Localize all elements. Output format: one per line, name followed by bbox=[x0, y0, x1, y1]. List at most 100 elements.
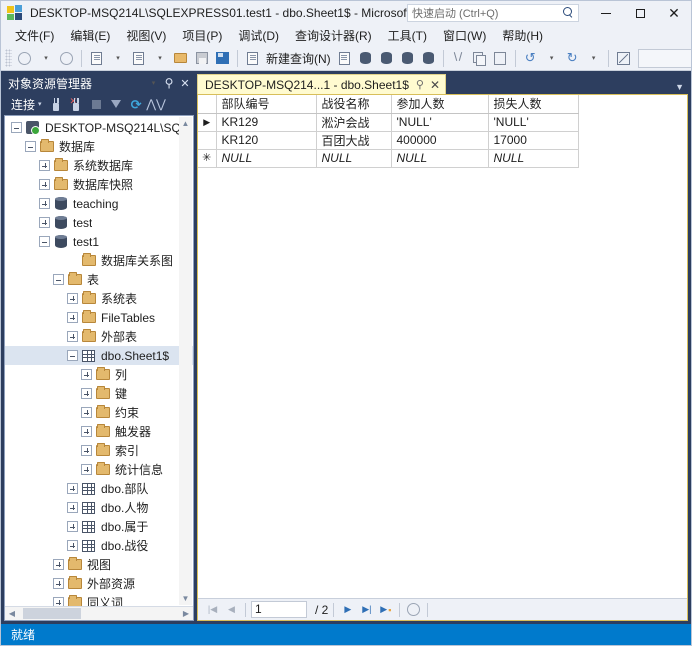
table-cell[interactable]: KR129 bbox=[216, 113, 317, 132]
collapse-icon[interactable] bbox=[53, 274, 64, 285]
current-row-marker[interactable]: ▶ bbox=[198, 113, 217, 132]
expand-icon[interactable] bbox=[81, 369, 92, 380]
tree-item[interactable]: 视图 bbox=[5, 555, 193, 574]
expand-icon[interactable] bbox=[39, 217, 50, 228]
expand-icon[interactable] bbox=[39, 198, 50, 209]
tree-item[interactable]: dbo.Sheet1$ bbox=[5, 346, 193, 365]
table-cell[interactable]: NULL bbox=[488, 149, 579, 168]
stop-button[interactable] bbox=[88, 96, 105, 113]
maximize-button[interactable] bbox=[623, 1, 657, 25]
expand-icon[interactable] bbox=[67, 483, 78, 494]
close-button[interactable]: ✕ bbox=[657, 1, 691, 25]
expand-icon[interactable] bbox=[81, 426, 92, 437]
new-query-current-connection-button[interactable] bbox=[334, 48, 355, 69]
tree-item[interactable]: 统计信息 bbox=[5, 460, 193, 479]
tree-item[interactable]: dbo.人物 bbox=[5, 498, 193, 517]
open-file-button[interactable] bbox=[128, 48, 149, 69]
tree-item[interactable]: 键 bbox=[5, 384, 193, 403]
first-record-button[interactable]: |◀ bbox=[204, 601, 221, 618]
tree-item[interactable]: 系统表 bbox=[5, 289, 193, 308]
cancel-executing-query-button[interactable] bbox=[613, 48, 634, 69]
collapse-icon[interactable] bbox=[67, 350, 78, 361]
stop-loading-button[interactable] bbox=[405, 601, 422, 618]
row-selector[interactable] bbox=[198, 131, 217, 150]
grid-corner-header[interactable] bbox=[198, 95, 217, 114]
tree-item[interactable]: FileTables bbox=[5, 308, 193, 327]
expand-icon[interactable] bbox=[53, 578, 64, 589]
new-project-dropdown[interactable]: ▾ bbox=[107, 48, 128, 69]
results-grid[interactable]: 部队编号 战役名称 参加人数 损失人数 ▶ KR129 淞沪会战 'NULL' 'NULL' KR… bbox=[198, 95, 687, 598]
collapse-icon[interactable] bbox=[11, 122, 22, 133]
new-record-button[interactable]: ▶ ▪ bbox=[377, 601, 394, 618]
navigate-backward-button[interactable] bbox=[14, 48, 35, 69]
redo-dropdown[interactable]: ▾ bbox=[583, 48, 604, 69]
table-cell[interactable]: NULL bbox=[316, 149, 392, 168]
tree-item[interactable]: 数据库 bbox=[5, 137, 193, 156]
tree-vertical-scrollbar[interactable]: ▲ ▼ bbox=[179, 117, 192, 605]
hscroll-thumb[interactable] bbox=[23, 608, 81, 619]
pin-icon[interactable]: ⚲ bbox=[416, 78, 424, 91]
save-button[interactable] bbox=[191, 48, 212, 69]
open-folder-button[interactable] bbox=[170, 48, 191, 69]
expand-icon[interactable] bbox=[67, 502, 78, 513]
new-project-button[interactable] bbox=[86, 48, 107, 69]
scroll-left-button[interactable]: ◀ bbox=[5, 607, 19, 620]
tree-item[interactable]: 外部表 bbox=[5, 327, 193, 346]
current-record-input[interactable]: 1 bbox=[251, 601, 307, 618]
expand-icon[interactable] bbox=[81, 407, 92, 418]
filter-button[interactable] bbox=[108, 96, 125, 113]
expand-icon[interactable] bbox=[39, 160, 50, 171]
scroll-up-button[interactable]: ▲ bbox=[179, 117, 192, 130]
menu-tools[interactable]: 工具(T) bbox=[380, 25, 435, 46]
tree-item[interactable]: dbo.部队 bbox=[5, 479, 193, 498]
table-cell[interactable]: 百团大战 bbox=[316, 131, 392, 150]
column-header[interactable]: 损失人数 bbox=[488, 95, 579, 114]
close-panel-button[interactable]: ✕ bbox=[178, 75, 192, 91]
tree-item[interactable]: 表 bbox=[5, 270, 193, 289]
last-record-button[interactable]: ▶| bbox=[358, 601, 375, 618]
table-cell[interactable]: 淞沪会战 bbox=[316, 113, 392, 132]
tree-item[interactable]: 索引 bbox=[5, 441, 193, 460]
tree-item[interactable]: 系统数据库 bbox=[5, 156, 193, 175]
navigate-backward-dropdown[interactable]: ▾ bbox=[35, 48, 56, 69]
expand-icon[interactable] bbox=[67, 312, 78, 323]
collapse-icon[interactable] bbox=[25, 141, 36, 152]
new-row-marker[interactable]: ✳ bbox=[198, 149, 217, 168]
tree-item[interactable]: dbo.属于 bbox=[5, 517, 193, 536]
new-query-icon-button[interactable] bbox=[242, 48, 263, 69]
table-cell[interactable]: 400000 bbox=[391, 131, 489, 150]
menu-edit[interactable]: 编辑(E) bbox=[62, 25, 118, 46]
undo-button[interactable]: ↺ bbox=[520, 48, 541, 69]
undo-dropdown[interactable]: ▾ bbox=[541, 48, 562, 69]
scroll-right-button[interactable]: ▶ bbox=[179, 607, 193, 620]
toolbar-grip[interactable] bbox=[5, 49, 12, 67]
menu-window[interactable]: 窗口(W) bbox=[435, 25, 494, 46]
expand-icon[interactable] bbox=[81, 388, 92, 399]
paste-button[interactable] bbox=[490, 48, 511, 69]
menu-project[interactable]: 项目(P) bbox=[174, 25, 230, 46]
tree-horizontal-scrollbar[interactable]: ◀ ▶ bbox=[5, 606, 193, 620]
copy-button[interactable] bbox=[469, 48, 490, 69]
tab-dbo-sheet1[interactable]: DESKTOP-MSQ214...1 - dbo.Sheet1$ ⚲ ✕ bbox=[197, 74, 447, 94]
column-header[interactable]: 参加人数 bbox=[391, 95, 489, 114]
tree-item[interactable]: 约束 bbox=[5, 403, 193, 422]
table-cell[interactable]: NULL bbox=[216, 149, 317, 168]
new-analysis-services-mdx-query-button[interactable] bbox=[355, 48, 376, 69]
expand-icon[interactable] bbox=[39, 179, 50, 190]
cut-button[interactable] bbox=[448, 48, 469, 69]
tree-item[interactable]: 数据库快照 bbox=[5, 175, 193, 194]
tree-item[interactable]: 数据库关系图 bbox=[5, 251, 193, 270]
table-row[interactable]: ▶ KR129 淞沪会战 'NULL' 'NULL' bbox=[198, 113, 579, 132]
scroll-down-button[interactable]: ▼ bbox=[179, 592, 192, 605]
refresh-button[interactable]: ⟳ bbox=[128, 96, 145, 113]
new-sql-ce-query-button[interactable] bbox=[418, 48, 439, 69]
table-cell[interactable]: KR120 bbox=[216, 131, 317, 150]
expand-icon[interactable] bbox=[53, 559, 64, 570]
collapse-icon[interactable] bbox=[39, 236, 50, 247]
tree-item[interactable]: 触发器 bbox=[5, 422, 193, 441]
expand-icon[interactable] bbox=[81, 464, 92, 475]
tree-item[interactable]: test bbox=[5, 213, 193, 232]
tree-item[interactable]: teaching bbox=[5, 194, 193, 213]
quick-launch-box[interactable]: 快速启动 (Ctrl+Q) bbox=[407, 4, 579, 22]
redo-button[interactable]: ↻ bbox=[562, 48, 583, 69]
